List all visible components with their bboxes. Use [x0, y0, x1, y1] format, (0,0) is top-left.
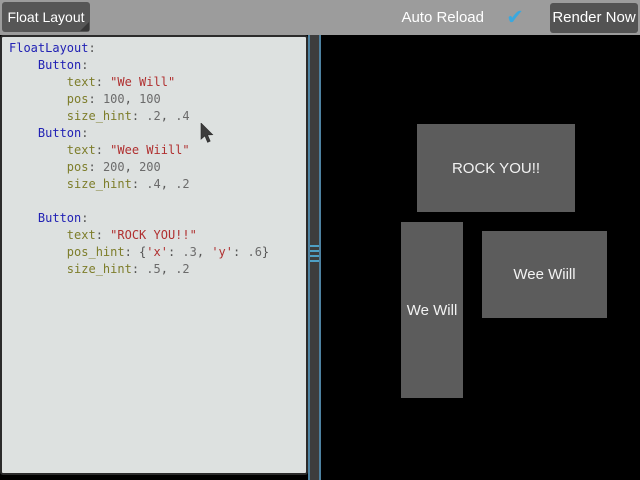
kv-code-editor[interactable]: FloatLayout: Button: text: "We Will" pos…: [0, 35, 308, 475]
code-line: size_hint: .5, .2: [9, 261, 299, 278]
render-now-button[interactable]: Render Now: [550, 3, 638, 33]
layout-spinner-label: Float Layout: [7, 9, 84, 25]
code-line: text: "Wee Wiill": [9, 142, 299, 159]
splitter-grip-icon: [310, 245, 319, 262]
code-line: text: "We Will": [9, 74, 299, 91]
code-line: [9, 193, 299, 210]
code-line: pos: 200, 200: [9, 159, 299, 176]
layout-spinner[interactable]: Float Layout: [2, 2, 90, 32]
code-line: pos_hint: {'x': .3, 'y': .6}: [9, 244, 299, 261]
code-line: Button:: [9, 125, 299, 142]
auto-reload-label: Auto Reload: [401, 9, 484, 26]
code-line: FloatLayout:: [9, 40, 299, 57]
preview-button-rock-you[interactable]: ROCK YOU!!: [417, 124, 575, 212]
render-now-label: Render Now: [552, 9, 635, 26]
code-line: text: "ROCK YOU!!": [9, 227, 299, 244]
topbar-right-group: Auto Reload ✔ Render Now: [401, 0, 638, 35]
preview-button-wee-wiill[interactable]: Wee Wiill: [482, 231, 607, 318]
preview-button-we-will[interactable]: We Will: [401, 222, 463, 398]
render-preview-area: ROCK YOU!! Wee Wiill We Will: [321, 35, 640, 480]
code-line: pos: 100, 100: [9, 91, 299, 108]
panel-splitter-handle[interactable]: [308, 35, 321, 480]
code-line: Button:: [9, 57, 299, 74]
auto-reload-checkbox[interactable]: ✔: [502, 5, 528, 31]
action-bar: Float Layout Auto Reload ✔ Render Now: [0, 0, 640, 35]
code-line: Button:: [9, 210, 299, 227]
spinner-dropdown-triangle-icon: [80, 22, 89, 31]
checkmark-icon: ✔: [506, 7, 524, 28]
code-line: size_hint: .2, .4: [9, 108, 299, 125]
code-line: size_hint: .4, .2: [9, 176, 299, 193]
